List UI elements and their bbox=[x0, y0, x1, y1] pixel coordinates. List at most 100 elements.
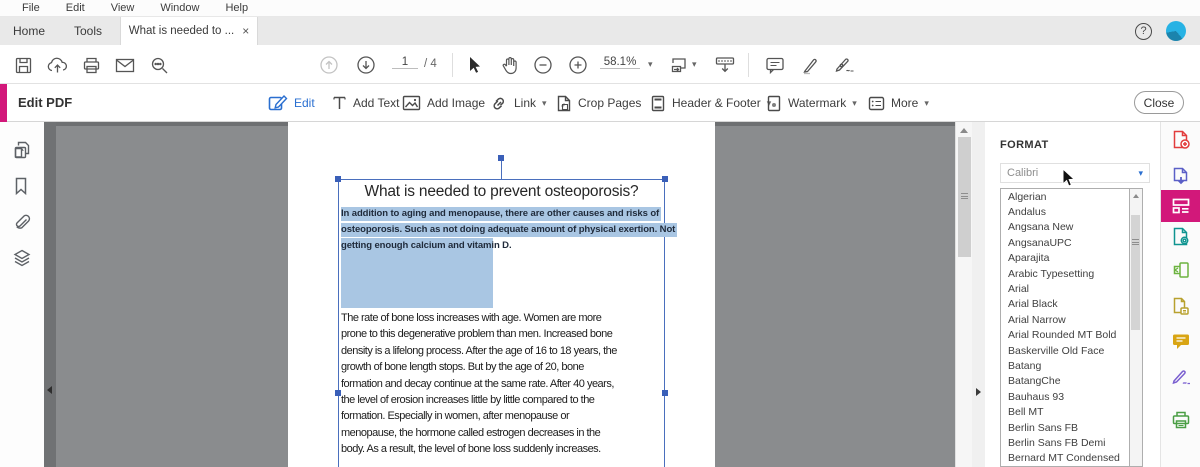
edit-mode-button[interactable]: Edit bbox=[268, 92, 315, 114]
font-list-item[interactable]: Baskerville Old Face bbox=[1001, 343, 1129, 358]
font-list-item[interactable]: Arabic Typesetting bbox=[1001, 266, 1129, 281]
hand-tool-icon[interactable] bbox=[498, 54, 520, 76]
close-button[interactable]: Close bbox=[1134, 91, 1184, 114]
account-avatar[interactable] bbox=[1166, 21, 1186, 41]
header-footer-button[interactable]: Header & Footer ▾ bbox=[650, 92, 771, 114]
font-list-item[interactable]: Andalus bbox=[1001, 204, 1129, 219]
font-list-item[interactable]: Berlin Sans FB bbox=[1001, 420, 1129, 435]
tab-home[interactable]: Home bbox=[0, 17, 58, 45]
font-list-item[interactable]: Arial Rounded MT Bold bbox=[1001, 328, 1129, 343]
accent-bar bbox=[0, 84, 7, 122]
search-more-icon[interactable] bbox=[148, 54, 170, 76]
document-heading[interactable]: What is needed to prevent osteoporosis? bbox=[338, 183, 665, 201]
tab-close-icon[interactable]: × bbox=[242, 24, 249, 38]
document-canvas: What is needed to prevent osteoporosis? … bbox=[56, 122, 955, 467]
add-text-button[interactable]: Add Text bbox=[332, 92, 399, 114]
page-thumbnails-icon[interactable] bbox=[12, 140, 33, 161]
save-icon[interactable] bbox=[12, 54, 34, 76]
more-button[interactable]: More ▾ bbox=[868, 92, 929, 114]
add-image-button[interactable]: Add Image bbox=[402, 92, 485, 114]
font-list-scroll-up-icon[interactable] bbox=[1133, 194, 1139, 198]
font-list-item[interactable]: Bauhaus 93 bbox=[1001, 389, 1129, 404]
menu-view[interactable]: View bbox=[111, 2, 135, 14]
textbox-handle-mid-right[interactable] bbox=[662, 390, 668, 396]
workspace: What is needed to prevent osteoporosis? … bbox=[0, 122, 1200, 467]
tab-tools[interactable]: Tools bbox=[58, 17, 118, 45]
page-number-input[interactable]: 1 bbox=[392, 56, 418, 69]
panel-expand-gutter[interactable] bbox=[972, 122, 985, 467]
textbox-handle-top-left[interactable] bbox=[335, 176, 341, 182]
help-icon[interactable]: ? bbox=[1135, 22, 1152, 40]
textbox-handle-top-right[interactable] bbox=[662, 176, 668, 182]
zoom-in-icon[interactable] bbox=[567, 54, 589, 76]
sign-panel-icon[interactable] bbox=[1170, 366, 1192, 388]
extract-pages-icon[interactable] bbox=[1170, 295, 1192, 317]
textbox-handle-top-center[interactable] bbox=[498, 155, 504, 161]
font-list-item[interactable]: Angsana New bbox=[1001, 220, 1129, 235]
print-production-icon[interactable] bbox=[1170, 409, 1192, 431]
email-icon[interactable] bbox=[114, 54, 136, 76]
collapse-left-icon[interactable] bbox=[47, 386, 52, 394]
comment-panel-icon[interactable] bbox=[1170, 330, 1192, 352]
font-list-item[interactable]: Batang bbox=[1001, 358, 1129, 373]
text-icon bbox=[333, 96, 346, 109]
fit-page-icon[interactable] bbox=[668, 54, 690, 76]
layers-icon[interactable] bbox=[12, 248, 33, 269]
select-tool-icon[interactable] bbox=[464, 54, 486, 76]
crop-pages-button[interactable]: Crop Pages bbox=[556, 92, 641, 114]
fit-width-icon[interactable] bbox=[714, 54, 736, 76]
panel-collapse-gutter[interactable] bbox=[44, 122, 56, 467]
page-down-icon[interactable] bbox=[355, 54, 377, 76]
font-list-item[interactable]: Berlin Sans FB Demi bbox=[1001, 435, 1129, 450]
bookmarks-icon[interactable] bbox=[12, 176, 33, 197]
pdf-page[interactable]: What is needed to prevent osteoporosis? … bbox=[288, 122, 715, 467]
page-up-icon[interactable] bbox=[318, 54, 340, 76]
link-button[interactable]: Link ▾ bbox=[490, 92, 547, 114]
font-list-item[interactable]: AngsanaUPC bbox=[1001, 235, 1129, 250]
sign-icon[interactable] bbox=[834, 54, 856, 76]
menu-window[interactable]: Window bbox=[160, 2, 199, 14]
ocr-pdf-icon[interactable] bbox=[1170, 225, 1192, 247]
highlight-line[interactable]: getting enough calcium and vitamin D. bbox=[341, 238, 512, 254]
menu-bar: File Edit View Window Help bbox=[0, 0, 1200, 17]
font-list-item[interactable]: Algerian bbox=[1001, 189, 1129, 204]
menu-edit[interactable]: Edit bbox=[66, 2, 85, 14]
convert-pdf-icon[interactable] bbox=[1170, 165, 1192, 187]
body-line: the level of erosion increases little by… bbox=[341, 394, 595, 407]
menu-help[interactable]: Help bbox=[225, 2, 248, 14]
vertical-scrollbar[interactable] bbox=[955, 122, 972, 467]
scrollbar-thumb[interactable] bbox=[958, 137, 971, 257]
attachments-icon[interactable] bbox=[12, 213, 33, 234]
forms-icon[interactable] bbox=[1170, 259, 1192, 281]
menu-file[interactable]: File bbox=[22, 2, 40, 14]
scroll-up-icon[interactable] bbox=[960, 128, 968, 133]
font-list-item[interactable]: BatangChe bbox=[1001, 374, 1129, 389]
body-line: formation and decay continue at the same… bbox=[341, 377, 614, 390]
highlighted-paragraph[interactable]: In addition to aging and menopause, ther… bbox=[341, 206, 678, 238]
tab-row: Home Tools What is needed to ... × ? bbox=[0, 17, 1200, 45]
font-list-scrollbar-thumb[interactable] bbox=[1131, 215, 1140, 330]
editbar-title: Edit PDF bbox=[18, 95, 73, 110]
print-icon[interactable] bbox=[80, 54, 102, 76]
font-list-item[interactable]: Arial Black bbox=[1001, 297, 1129, 312]
create-pdf-icon[interactable] bbox=[1170, 128, 1192, 150]
zoom-caret-icon[interactable]: ▾ bbox=[648, 60, 653, 69]
font-list-item[interactable]: Bernard MT Condensed bbox=[1001, 451, 1129, 466]
zoom-out-icon[interactable] bbox=[532, 54, 554, 76]
edit-pdf-active-icon[interactable] bbox=[1161, 190, 1200, 222]
cloud-upload-icon[interactable] bbox=[46, 54, 68, 76]
font-list-item[interactable]: Arial bbox=[1001, 281, 1129, 296]
body-paragraph[interactable]: The rate of bone loss increases with age… bbox=[341, 310, 617, 458]
highlighter-icon[interactable] bbox=[799, 54, 821, 76]
expand-right-icon[interactable] bbox=[976, 388, 981, 396]
font-list-item[interactable]: Bell MT bbox=[1001, 404, 1129, 419]
fit-page-caret-icon[interactable]: ▾ bbox=[692, 60, 697, 69]
font-list-item[interactable]: Arial Narrow bbox=[1001, 312, 1129, 327]
comment-icon[interactable] bbox=[764, 54, 786, 76]
textbox-handle-stem bbox=[501, 158, 502, 179]
font-list-scrollbar[interactable] bbox=[1130, 188, 1143, 467]
zoom-level-value[interactable]: 58.1% bbox=[600, 56, 640, 69]
tab-document[interactable]: What is needed to ... × bbox=[120, 17, 258, 45]
watermark-button[interactable]: Watermark ▾ bbox=[766, 92, 857, 114]
font-list-item[interactable]: Aparajita bbox=[1001, 251, 1129, 266]
